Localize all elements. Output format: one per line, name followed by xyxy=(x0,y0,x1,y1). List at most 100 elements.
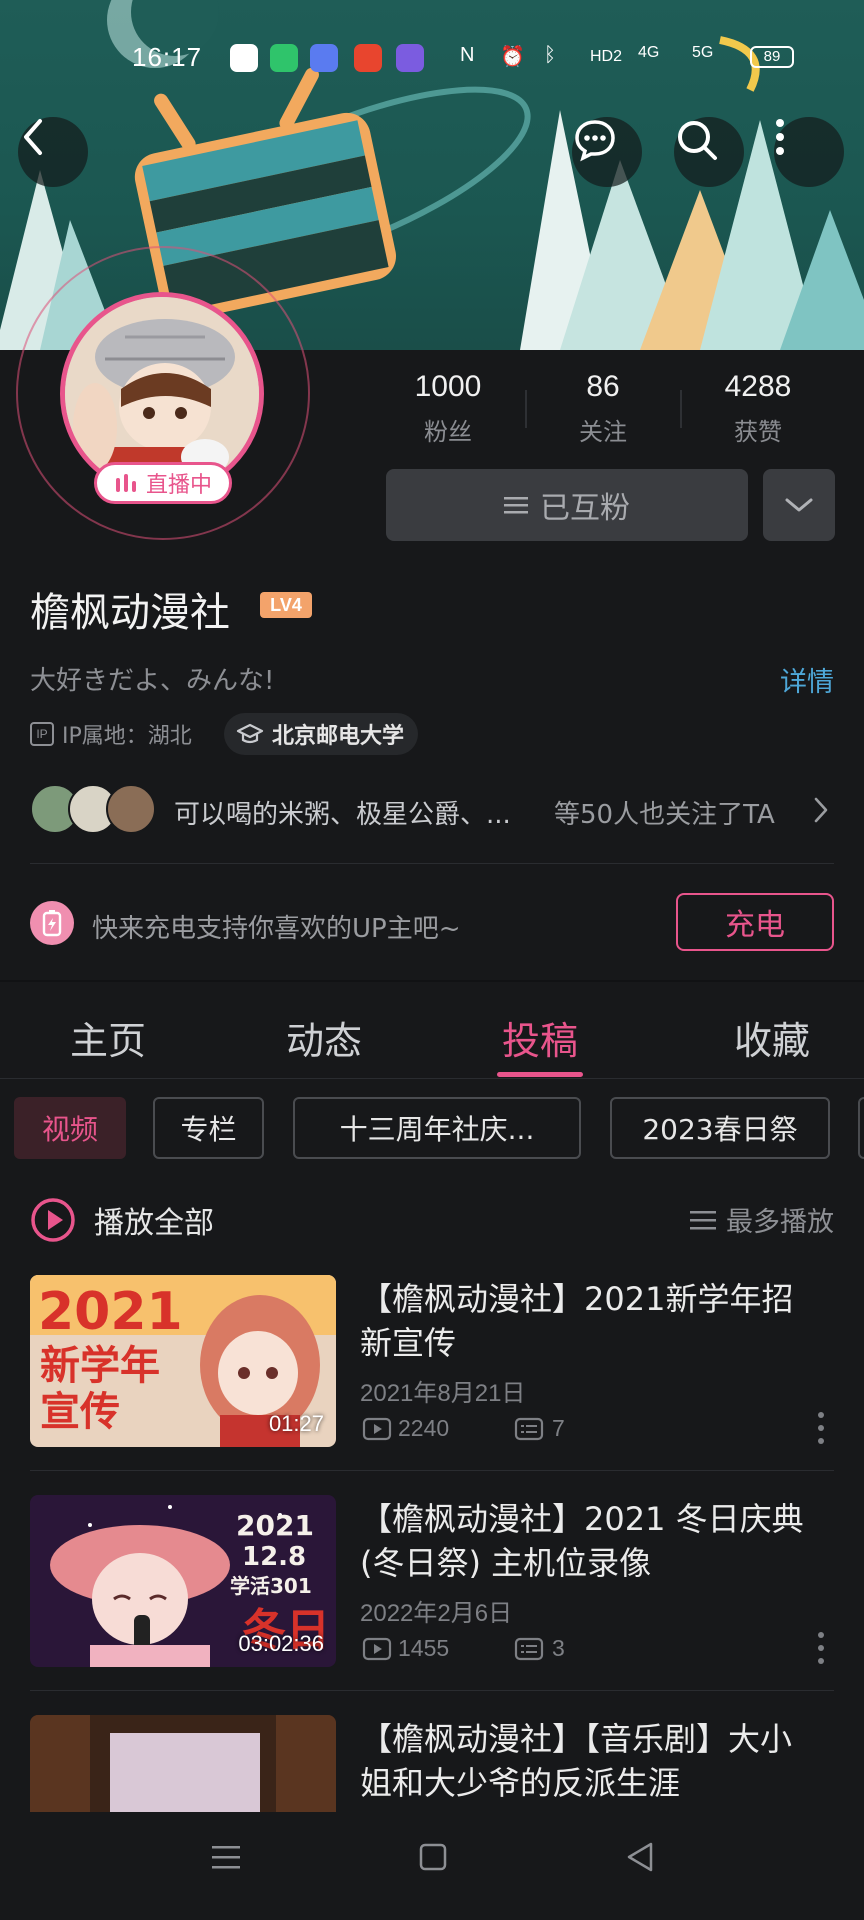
video-date: 2021年8月21日 xyxy=(360,1380,526,1407)
tab-favorites[interactable]: 收藏 xyxy=(692,1010,852,1065)
menu-lines-icon xyxy=(504,497,528,514)
chip-more[interactable] xyxy=(858,1097,864,1159)
chip-column[interactable]: 专栏 xyxy=(153,1097,264,1159)
live-status-badge[interactable]: 直播中 xyxy=(94,462,232,504)
recent-apps-icon[interactable] xyxy=(210,1842,242,1872)
status-bar: 16:17 N ⏰ ᛒ HD2 4G 5G 89 xyxy=(0,36,864,76)
follower-avatar xyxy=(106,784,156,834)
charge-row: 快来充电支持你喜欢的UP主吧~ 充电 xyxy=(30,893,834,953)
user-signature: 大好きだよ、みんな! xyxy=(30,666,275,696)
app-notification-icon xyxy=(230,44,258,72)
live-status-label: 直播中 xyxy=(145,473,212,498)
stat-likes-count: 4288 xyxy=(724,370,792,403)
play-all-button[interactable]: 播放全部 xyxy=(30,1197,214,1243)
school-name: 北京邮电大学 xyxy=(272,724,405,749)
audio-app-icon xyxy=(354,44,382,72)
video-item[interactable]: 2021 12.8 学活301 冬日 03:02:36 【檐枫动漫社】2021 … xyxy=(0,1495,864,1695)
detail-link[interactable]: 详情 xyxy=(780,660,834,699)
video-stats: 2240 7 xyxy=(362,1415,565,1442)
video-title[interactable]: 【檐枫动漫社】【音乐剧】大小姐和大少爷的反派生涯 xyxy=(360,1717,820,1805)
play-count-icon xyxy=(362,1637,392,1660)
search-button[interactable] xyxy=(674,117,744,187)
common-followers-row[interactable]: 可以喝的米粥、极星公爵、... 等50人也关注了TA xyxy=(30,782,834,838)
profile-tabs: 主页 动态 投稿 收藏 xyxy=(0,1000,864,1078)
thumbnail-year-text: 2021 xyxy=(38,1282,183,1342)
video-title[interactable]: 【檐枫动漫社】2021新学年招新宣传 xyxy=(360,1277,820,1365)
comment-count-icon xyxy=(514,1637,544,1660)
stat-divider xyxy=(680,390,682,428)
divider xyxy=(30,863,834,864)
message-button[interactable] xyxy=(572,117,642,187)
5g-signal-icon: 5G xyxy=(692,44,714,61)
ip-location-row: IP IP属地：湖北 xyxy=(30,718,192,750)
video-item[interactable]: 2021 新学年 宣传 01:27 【檐枫动漫社】2021新学年招新宣传 202… xyxy=(0,1275,864,1475)
video-title[interactable]: 【檐枫动漫社】2021 冬日庆典(冬日祭) 主机位录像 xyxy=(360,1497,820,1585)
school-tag[interactable]: 北京邮电大学 xyxy=(224,713,419,755)
message-icon xyxy=(575,120,615,162)
battery-icon: 89 xyxy=(750,46,794,68)
battery-charge-icon xyxy=(30,901,74,945)
stat-divider xyxy=(525,390,527,428)
common-followers-names: 可以喝的米粥、极星公爵、... xyxy=(174,800,511,830)
section-separator xyxy=(0,980,864,982)
video-play-count: 2240 xyxy=(398,1415,450,1441)
thumbnail-venue-text: 学活301 xyxy=(230,1574,312,1598)
video-thumbnail[interactable]: 2021 12.8 学活301 冬日 03:02:36 xyxy=(30,1495,336,1667)
stat-following-count: 86 xyxy=(586,370,620,403)
system-navigation-bar xyxy=(0,1812,864,1920)
ip-location-text: IP属地：湖北 xyxy=(62,724,192,749)
more-options-dropdown[interactable] xyxy=(763,469,835,541)
video-thumbnail[interactable]: 2021 新学年 宣传 01:27 xyxy=(30,1275,336,1447)
chip-anniversary[interactable]: 十三周年社庆... xyxy=(293,1097,581,1159)
stat-fans-count: 1000 xyxy=(414,370,482,403)
chip-video[interactable]: 视频 xyxy=(14,1097,126,1159)
4g-signal-icon: 4G xyxy=(638,44,660,61)
video-more-icon[interactable] xyxy=(816,1411,826,1445)
weather-app-icon xyxy=(310,44,338,72)
common-followers-count: 等50人也关注了TA xyxy=(554,800,775,830)
stat-following-label: 关注 xyxy=(579,418,627,446)
upload-filter-chips: 视频 专栏 十三周年社庆... 2023春日祭 xyxy=(0,1097,864,1159)
stat-following[interactable]: 86 关注 xyxy=(533,370,673,447)
chip-spring-festival[interactable]: 2023春日祭 xyxy=(610,1097,830,1159)
video-thumbnail[interactable] xyxy=(30,1715,336,1812)
video-item[interactable]: 【檐枫动漫社】【音乐剧】大小姐和大少爷的反派生涯 xyxy=(0,1715,864,1812)
user-name: 檐枫动漫社 xyxy=(30,590,230,636)
alarm-icon: ⏰ xyxy=(500,46,525,68)
video-duration: 01:27 xyxy=(268,1411,324,1436)
video-date: 2022年2月6日 xyxy=(360,1600,513,1627)
chevron-down-icon xyxy=(785,498,813,512)
more-button[interactable] xyxy=(774,117,844,187)
charge-button[interactable]: 充电 xyxy=(676,893,834,951)
back-button[interactable] xyxy=(18,117,88,187)
back-nav-icon[interactable] xyxy=(624,1840,656,1874)
more-icon xyxy=(776,119,784,155)
chat-app-icon xyxy=(270,44,298,72)
mutual-follow-label: 已互粉 xyxy=(540,491,630,526)
chevron-right-icon xyxy=(814,797,828,823)
tab-home[interactable]: 主页 xyxy=(28,1010,188,1065)
bluetooth-icon: ᛒ xyxy=(544,44,556,66)
tab-dynamics[interactable]: 动态 xyxy=(244,1010,404,1065)
video-duration: 03:02:36 xyxy=(238,1631,324,1656)
video-play-count: 1455 xyxy=(398,1635,450,1661)
stat-fans[interactable]: 1000 粉丝 xyxy=(378,370,518,447)
active-tab-indicator xyxy=(497,1072,583,1077)
ip-icon: IP xyxy=(30,722,54,746)
play-count-icon xyxy=(362,1417,392,1440)
stat-likes-label: 获赞 xyxy=(734,418,782,446)
nfc-icon: N xyxy=(460,44,475,66)
search-icon xyxy=(678,121,717,160)
sort-selector[interactable]: 最多播放 xyxy=(690,1200,834,1239)
tab-uploads[interactable]: 投稿 xyxy=(460,1010,620,1065)
thumbnail-date-text: 12.8 xyxy=(242,1542,306,1572)
sort-label: 最多播放 xyxy=(726,1207,834,1238)
video-stats: 1455 3 xyxy=(362,1635,565,1662)
video-more-icon[interactable] xyxy=(816,1631,826,1665)
home-icon[interactable] xyxy=(418,1842,448,1872)
charge-prompt-text: 快来充电支持你喜欢的UP主吧~ xyxy=(92,914,461,944)
tabs-divider xyxy=(0,1078,864,1079)
mutual-follow-button[interactable]: 已互粉 xyxy=(386,469,748,541)
thumbnail-line-text: 新学年 xyxy=(40,1343,160,1389)
stat-likes[interactable]: 4288 获赞 xyxy=(688,370,828,447)
